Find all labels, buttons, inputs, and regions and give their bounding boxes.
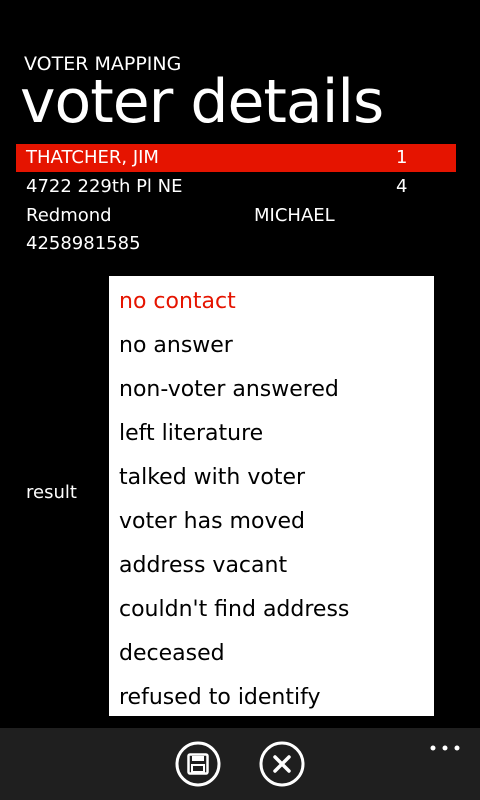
voter-row-address: 4722 229th Pl NE 4 bbox=[16, 173, 456, 201]
result-option[interactable]: no answer bbox=[119, 324, 233, 368]
voter-row-name[interactable]: THATCHER, JIM 1 bbox=[16, 144, 456, 172]
voter-count: 4 bbox=[396, 176, 408, 197]
result-option[interactable]: no contact bbox=[119, 280, 236, 324]
more-options-button[interactable] bbox=[428, 738, 462, 751]
voter-row-city: Redmond MICHAEL bbox=[16, 202, 456, 230]
voter-name: THATCHER, JIM bbox=[26, 147, 159, 168]
result-option[interactable]: voter has moved bbox=[119, 500, 305, 544]
voter-address: 4722 229th Pl NE bbox=[26, 176, 183, 197]
save-button[interactable] bbox=[175, 741, 221, 787]
voter-city: Redmond bbox=[26, 205, 112, 226]
result-option[interactable]: non-voter answered bbox=[119, 368, 339, 412]
cancel-button[interactable] bbox=[259, 741, 305, 787]
result-option[interactable]: talked with voter bbox=[119, 456, 305, 500]
result-option[interactable]: address vacant bbox=[119, 544, 287, 588]
result-option[interactable]: deceased bbox=[119, 632, 225, 676]
close-icon bbox=[259, 741, 305, 787]
voter-household-name: MICHAEL bbox=[254, 205, 335, 226]
save-icon bbox=[175, 741, 221, 787]
result-picker[interactable]: no contact no answer non-voter answered … bbox=[109, 276, 434, 716]
ellipsis-icon bbox=[430, 745, 460, 751]
voter-number: 1 bbox=[396, 147, 408, 168]
app-bar bbox=[0, 728, 480, 800]
page-title: voter details bbox=[20, 67, 384, 137]
voter-phone: 4258981585 bbox=[26, 233, 141, 254]
result-option[interactable]: couldn't find address bbox=[119, 588, 349, 632]
result-option[interactable]: refused to identify bbox=[119, 676, 321, 720]
result-label: result bbox=[26, 482, 77, 503]
voter-row-phone: 4258981585 bbox=[16, 230, 456, 258]
result-option[interactable]: left literature bbox=[119, 412, 263, 456]
